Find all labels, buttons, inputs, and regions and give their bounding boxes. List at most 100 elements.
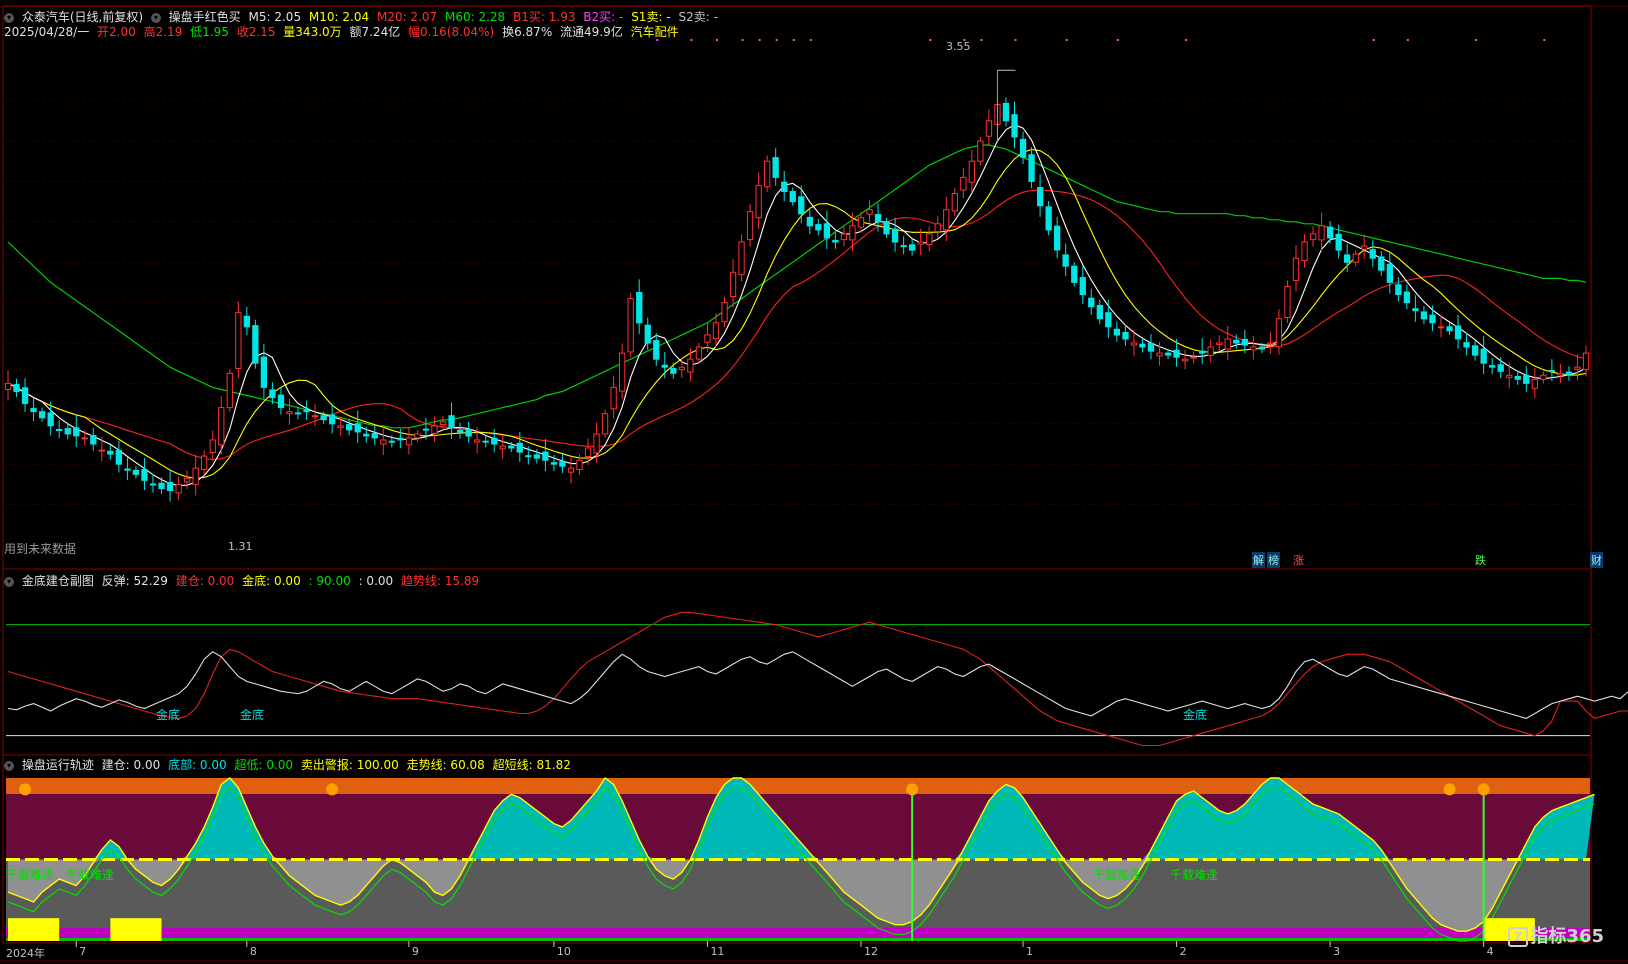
- event-tag-die[interactable]: 跌: [1474, 552, 1487, 568]
- signal-dot: [1065, 39, 1068, 41]
- candle-body: [1557, 372, 1564, 376]
- candle-body: [1412, 308, 1419, 312]
- candle-body: [1241, 338, 1248, 346]
- candle-body: [132, 469, 140, 475]
- candle-body: [64, 428, 71, 435]
- signal-dot: [1014, 39, 1017, 41]
- candle-body: [746, 211, 754, 241]
- candle-body: [1489, 365, 1496, 368]
- candle-body: [329, 414, 336, 425]
- candle-body: [1361, 245, 1368, 250]
- event-tag-cai[interactable]: 财: [1590, 552, 1603, 568]
- candle-body: [1156, 352, 1163, 357]
- sub1-level0: : 0.00: [358, 574, 394, 588]
- candle-body: [874, 214, 882, 223]
- candle-body: [644, 324, 651, 344]
- candle-body: [81, 437, 88, 440]
- event-tag-jie[interactable]: 解: [1252, 552, 1265, 568]
- event-tag-bang[interactable]: 榜: [1267, 552, 1280, 568]
- candle-body: [661, 364, 668, 368]
- candle-body: [1523, 375, 1530, 384]
- candle-body: [601, 413, 609, 435]
- candle-body: [1446, 326, 1453, 332]
- candle-body: [107, 450, 114, 455]
- open-value: 开2.00: [97, 25, 136, 39]
- stock-name[interactable]: 众泰汽车(日线,前复权): [22, 10, 143, 24]
- candle-body: [294, 412, 302, 415]
- low-value: 低1.95: [190, 25, 229, 39]
- watermark: Z 指标365: [1508, 922, 1604, 948]
- candle-body: [363, 433, 370, 437]
- indicator-name[interactable]: 操盘手红色买: [169, 10, 241, 24]
- sub2-collapse-icon[interactable]: ▾: [4, 760, 14, 771]
- candle-body: [30, 407, 37, 413]
- high-value: 高2.19: [143, 25, 183, 39]
- sub2-green-base: [6, 937, 1590, 941]
- candle-body: [576, 459, 583, 471]
- collapse-circle-icon[interactable]: ▾: [4, 12, 14, 23]
- candle-body: [243, 315, 250, 328]
- signal-dot: [1406, 39, 1409, 41]
- candle-body: [1002, 102, 1010, 122]
- candle-body: [1028, 154, 1035, 182]
- signal-dot: [775, 39, 778, 41]
- candle-body: [772, 157, 779, 178]
- candle-body: [951, 193, 959, 212]
- signal-dot: [1116, 39, 1119, 41]
- sub2-build: 建仓: 0.00: [101, 758, 161, 772]
- candle-body: [482, 440, 489, 443]
- sub1-marker-1: 金底: [156, 708, 181, 722]
- watermark-text: 指标365: [1530, 926, 1604, 947]
- candle-body: [226, 372, 233, 409]
- sub1-header: ▾ 金底建仓副图 反弹: 52.29 建仓: 0.00 金底: 0.00 : 9…: [4, 572, 483, 589]
- signal-dot: [1185, 39, 1188, 41]
- candle-body: [619, 352, 626, 392]
- axis-month-label: 4: [1486, 945, 1494, 958]
- candle-body: [943, 209, 950, 231]
- candle-body: [4, 382, 12, 390]
- candle-body: [371, 433, 378, 439]
- candle-body: [567, 467, 575, 473]
- axis-month-label: 8: [249, 945, 257, 958]
- candle-body: [636, 292, 643, 324]
- sub1-title[interactable]: 金底建仓副图: [22, 574, 94, 588]
- indicator-circle-icon[interactable]: ▾: [150, 12, 161, 23]
- candle-body: [1011, 114, 1018, 138]
- sub2-bottom: 底部: 0.00: [168, 758, 227, 772]
- sub2-sell-alert: 卖出警报: 100.00: [300, 758, 399, 772]
- sector-value[interactable]: 汽车配件: [631, 25, 679, 39]
- signal-dot: [656, 39, 659, 41]
- signal-dot: [758, 39, 761, 41]
- candle-body: [1199, 350, 1206, 354]
- candle-body: [1037, 187, 1044, 207]
- candle-body: [465, 429, 472, 437]
- ma60-value: M60: 2.28: [444, 10, 506, 24]
- candle-body: [1540, 374, 1547, 380]
- ma10-value: M10: 2.04: [308, 10, 370, 24]
- candle-body: [917, 241, 924, 245]
- candle-body: [456, 429, 464, 433]
- candle-body: [550, 462, 558, 465]
- candle-body: [1301, 241, 1308, 262]
- sub2-title[interactable]: 操盘运行轨迹: [22, 758, 94, 772]
- ma60-polyline: [7, 144, 1587, 429]
- signal-dot: [980, 39, 983, 41]
- candle-body: [1437, 326, 1445, 329]
- sub1-marker-2: 金底: [240, 708, 265, 722]
- candle-body: [1429, 314, 1436, 324]
- sub1-collapse-icon[interactable]: ▾: [4, 576, 14, 587]
- sub2-yellow-block: [8, 918, 60, 941]
- signal-dot: [1475, 39, 1478, 41]
- candle-body: [712, 322, 720, 340]
- candle-body: [849, 225, 856, 241]
- event-tag-zhang[interactable]: 涨: [1292, 552, 1305, 568]
- time-axis: [3, 941, 1591, 947]
- candle-body: [1420, 311, 1428, 320]
- signal-dot: [809, 39, 812, 41]
- main-panel-frame: [2, 5, 1592, 570]
- candle-body: [439, 421, 447, 426]
- sub2-rare-label-3: 千载难逢: [1093, 868, 1142, 882]
- float-value: 流通49.9亿: [560, 25, 623, 39]
- signal-dot: [690, 39, 693, 41]
- candle-body: [1403, 291, 1410, 304]
